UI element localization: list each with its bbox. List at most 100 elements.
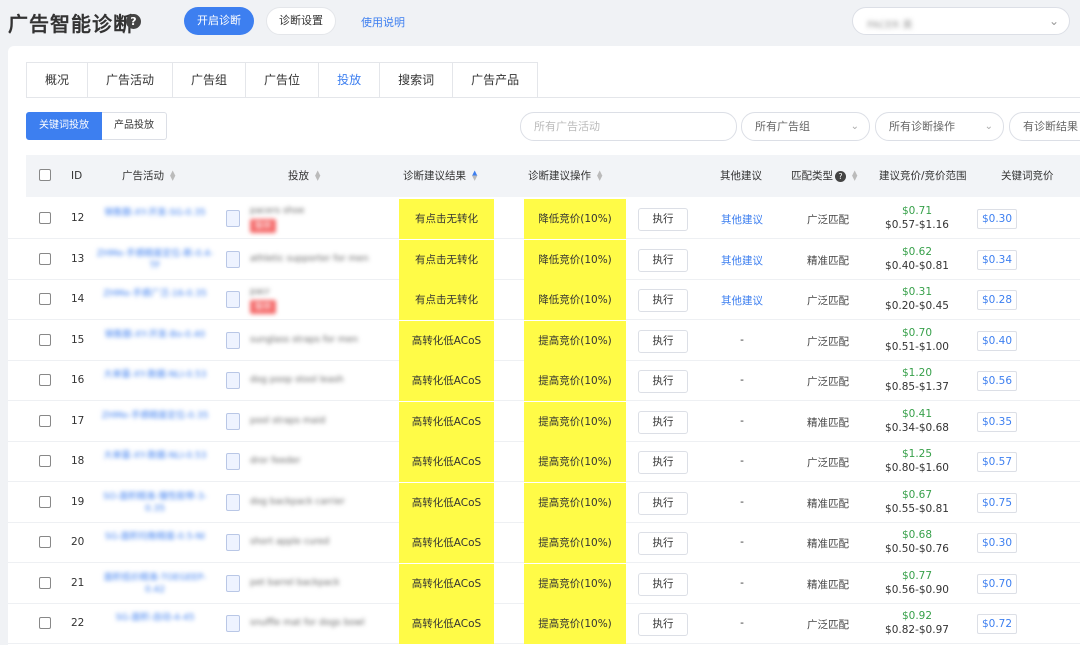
store-select[interactable]: PACER 美 ⌄: [852, 7, 1070, 35]
execute-button[interactable]: 执行: [638, 451, 688, 474]
keyword-bid-input[interactable]: $0.57: [977, 452, 1017, 472]
keyword-bid-input[interactable]: $0.35: [977, 411, 1017, 432]
execute-button[interactable]: 执行: [638, 613, 688, 636]
row-checkbox[interactable]: [39, 495, 51, 508]
table-row[interactable]: 21 面积低价精准-TOEGEEP-0.42 pet barrel backpack…: [8, 563, 1080, 604]
keyword-bid-input[interactable]: $0.30: [977, 533, 1017, 553]
sort-icon[interactable]: ▲ ▼: [170, 170, 175, 182]
campaign-link[interactable]: 面积低价精准-TOEGEEP-0.42: [94, 572, 216, 596]
table-row[interactable]: 22 SG-面积-自动-4-45 snuffle mat for dogs bowl…: [8, 604, 1080, 644]
suggested-bid-value: $0.71: [901, 205, 933, 217]
sort-icon[interactable]: ▲ ▼: [315, 170, 320, 182]
product-targeting-button[interactable]: 产品投放: [102, 112, 167, 140]
tab-ad-products[interactable]: 广告产品: [453, 62, 539, 98]
help-icon[interactable]: ?: [835, 170, 846, 182]
col-campaign[interactable]: 广告活动 ▲ ▼: [122, 155, 175, 197]
row-checkbox[interactable]: [39, 617, 51, 629]
suggested-bid: $0.41 $0.34-$0.68: [866, 407, 968, 435]
campaign-filter-input[interactable]: 所有广告活动: [520, 112, 737, 141]
campaign-link[interactable]: ZHMe-手感精度定位-0.35: [94, 410, 216, 422]
diagnosis-result: 高转化低ACoS: [399, 482, 494, 523]
help-icon[interactable]: ?: [126, 14, 141, 29]
campaign-link[interactable]: 销售额-XY-开发-Bo-0.40: [94, 329, 216, 341]
keyword-bid-input[interactable]: $0.34: [977, 249, 1017, 270]
row-checkbox[interactable]: [39, 252, 51, 265]
keyword-bid-input[interactable]: $0.70: [977, 573, 1017, 594]
row-checkbox[interactable]: [39, 455, 51, 467]
keyword-bid-input[interactable]: $0.30: [977, 209, 1017, 229]
result-filter[interactable]: 有诊断结果: [1009, 112, 1080, 141]
execute-button[interactable]: 执行: [638, 289, 688, 312]
match-type: 广泛匹配: [807, 295, 849, 307]
col-result[interactable]: 诊断建议结果 ▲ ▼: [403, 155, 477, 197]
col-target[interactable]: 投放 ▲ ▼: [288, 155, 320, 197]
execute-button[interactable]: 执行: [638, 410, 688, 434]
tab-ad-groups[interactable]: 广告组: [173, 62, 247, 98]
row-checkbox[interactable]: [39, 293, 51, 305]
keyword-bid-input[interactable]: $0.75: [977, 492, 1017, 513]
store-select-value: PACER 美: [867, 20, 913, 31]
chevron-down-icon: ⌄: [984, 121, 993, 132]
col-operation[interactable]: 诊断建议操作 ▲ ▼: [528, 155, 602, 197]
table-row[interactable]: 15 销售额-XY-开发-Bo-0.40 sunglass straps for m…: [8, 320, 1080, 361]
keyword-bid-input[interactable]: $0.56: [977, 371, 1017, 391]
campaign-link[interactable]: SG-面积均衡精度-0.5-NI: [94, 531, 216, 543]
campaign-link[interactable]: 销售额-XY-开发-SG-0.35: [94, 207, 216, 219]
table-row[interactable]: 17 ZHMe-手感精度定位-0.35 pool straps maid 高转化低AC…: [8, 401, 1080, 442]
keyword-targeting-button[interactable]: 关键词投放: [26, 112, 102, 140]
table-row[interactable]: 13 ZHMe-手感精度定位-新-0.4-TF athletic supporter…: [8, 239, 1080, 280]
row-checkbox[interactable]: [39, 576, 51, 589]
tab-campaigns[interactable]: 广告活动: [88, 62, 174, 98]
execute-button[interactable]: 执行: [638, 329, 688, 353]
execute-button[interactable]: 执行: [638, 208, 688, 231]
execute-button[interactable]: 执行: [638, 248, 688, 272]
execute-button[interactable]: 执行: [638, 532, 688, 555]
keyword-bid-input[interactable]: $0.40: [977, 330, 1017, 351]
row-checkbox[interactable]: [39, 333, 51, 346]
table-row[interactable]: 18 大单量-XY-数据-NLI-0.53 dror feeder 高转化低ACoS 提…: [8, 442, 1080, 482]
tab-search-terms[interactable]: 搜索词: [380, 62, 454, 98]
table-row[interactable]: 19 SO-面积精准-慢性胶带-3-0.35 dog backpack carrie…: [8, 482, 1080, 523]
suggested-bid: $1.20 $0.85-$1.37: [866, 366, 968, 394]
suggested-bid-range: $0.51-$1.00: [885, 340, 949, 353]
table-row[interactable]: 14 ZHMe-手感广泛-16-0.35 pacr 暂停 有点击无转化 降低竞价(10%)…: [8, 280, 1080, 320]
execute-button[interactable]: 执行: [638, 491, 688, 515]
sort-icon[interactable]: ▲ ▼: [597, 170, 602, 182]
execute-button[interactable]: 执行: [638, 572, 688, 596]
start-diagnosis-button[interactable]: 开启诊断: [184, 7, 254, 35]
campaign-link[interactable]: SG-面积-自动-4-45: [94, 612, 216, 624]
sort-icon[interactable]: ▲ ▼: [852, 170, 857, 182]
campaign-link[interactable]: 大单量-XY-数据-NLI-0.53: [94, 450, 216, 462]
row-checkbox[interactable]: [39, 212, 51, 224]
campaign-link[interactable]: ZHMe-手感广泛-16-0.35: [94, 288, 216, 300]
suggested-bid: $0.71 $0.57-$1.16: [866, 204, 968, 232]
row-checkbox[interactable]: [39, 536, 51, 548]
keyword-bid-input[interactable]: $0.72: [977, 614, 1017, 634]
campaign-link[interactable]: 大单量-XY-数据-NLI-0.53: [94, 369, 216, 381]
tab-placements[interactable]: 广告位: [246, 62, 320, 98]
row-checkbox[interactable]: [39, 374, 51, 386]
table-row[interactable]: 16 大单量-XY-数据-NLI-0.53 dog poop stool leash…: [8, 361, 1080, 401]
tab-overview[interactable]: 概况: [26, 62, 89, 98]
other-suggestion[interactable]: 其他建议: [698, 293, 786, 308]
table-row[interactable]: 20 SG-面积均衡精度-0.5-NI short apple cured 高转化低A…: [8, 523, 1080, 563]
usage-guide-link[interactable]: 使用说明: [361, 14, 405, 30]
row-checkbox[interactable]: [39, 414, 51, 427]
other-suggestion[interactable]: 其他建议: [698, 212, 786, 227]
target-text: dror feeder: [250, 456, 301, 466]
ad-group-filter[interactable]: 所有广告组 ⌄: [741, 112, 870, 141]
table-row[interactable]: 12 销售额-XY-开发-SG-0.35 pacers shoe 暂停 有点击无转化 降低…: [8, 199, 1080, 239]
diagnosis-operation: 提高竞价(10%): [524, 563, 626, 604]
other-suggestion[interactable]: 其他建议: [698, 253, 786, 268]
suggested-bid: $0.77 $0.56-$0.90: [866, 569, 968, 597]
execute-button[interactable]: 执行: [638, 370, 688, 393]
select-all-checkbox[interactable]: [39, 169, 51, 181]
campaign-link[interactable]: SO-面积精准-慢性胶带-3-0.35: [94, 491, 216, 515]
diagnosis-settings-button[interactable]: 诊断设置: [266, 7, 336, 35]
keyword-bid-input[interactable]: $0.28: [977, 290, 1017, 310]
operation-filter[interactable]: 所有诊断操作 ⌄: [875, 112, 1004, 141]
page-title: 广告智能诊断: [8, 12, 134, 36]
campaign-link[interactable]: ZHMe-手感精度定位-新-0.4-TF: [94, 248, 216, 272]
tab-targeting[interactable]: 投放: [319, 62, 381, 98]
sort-icon[interactable]: ▲ ▼: [472, 170, 477, 182]
